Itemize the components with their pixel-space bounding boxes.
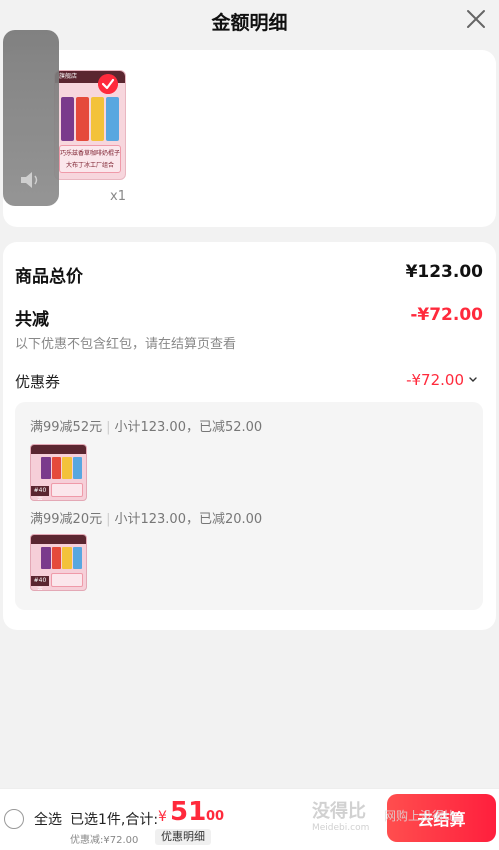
discount-detail-button[interactable]: 优惠明细 (155, 829, 211, 845)
volume-icon[interactable] (19, 170, 43, 190)
watermark: 没得比 Meidebi.com 网购上没得比 (312, 797, 456, 833)
floating-video-overlay[interactable] (3, 30, 59, 206)
product-caption-line2: 大布丁冰工厂组合 (65, 162, 114, 169)
total-reduction-value: -¥72.00 (410, 305, 483, 325)
watermark-line3: 网购上没得比 (384, 809, 457, 823)
total-price-value: ¥123.00 (405, 262, 483, 282)
close-icon[interactable] (465, 8, 487, 30)
checkmark-icon (98, 74, 118, 94)
coupon-label: 优惠券 (15, 373, 61, 391)
total-amount-decimal: .00 (201, 809, 225, 824)
coupon-item-1-tag: #40支 (31, 486, 49, 500)
coupon-item-1-subtotal: 小计123.00，已减52.00 (114, 420, 263, 435)
coupon-item-2-image: #40支 (30, 534, 87, 591)
coupon-item-2-rule: 满99减20元 (30, 512, 103, 527)
select-all-radio[interactable] (4, 809, 24, 829)
coupon-item-1-image: #40支 (30, 444, 87, 501)
coupon-item-2-tag: #40支 (31, 576, 49, 590)
header: 金额明细 (0, 0, 499, 42)
coupon-item-2-subtotal: 小计123.00，已减20.00 (114, 512, 263, 527)
product-image-strip (61, 97, 119, 141)
select-all-label[interactable]: 全选 (34, 809, 62, 829)
total-price-label: 商品总价 (15, 267, 83, 287)
total-reduction-label: 共减 (15, 310, 49, 330)
coupon-item-1-rule: 满99减52元 (30, 420, 103, 435)
watermark-line2: Meidebi.com (312, 823, 370, 833)
selected-count-text: 已选1件,合计: (70, 812, 159, 828)
coupon-item-1-line: 满99减52元 | 小计123.00，已减52.00 (30, 420, 263, 435)
product-caption-line1: 巧乐兹香草咖啡奶棍子 (60, 150, 121, 157)
page-title: 金额明细 (211, 12, 288, 34)
coupon-item-2-line: 满99减20元 | 小计123.00，已减20.00 (30, 512, 263, 527)
coupon-value[interactable]: -¥72.00 (406, 371, 464, 389)
chevron-down-icon[interactable] (467, 373, 479, 385)
coupon-detail-panel: 满99减52元 | 小计123.00，已减52.00 #40支 满99减20元 | 小计… (15, 402, 483, 610)
currency-symbol: ¥ (158, 809, 167, 825)
watermark-line1: 没得比 (312, 801, 366, 822)
product-quantity: x1 (110, 189, 126, 204)
discount-note: 以下优惠不包含红包，请在结算页查看 (15, 337, 237, 352)
product-caption: 巧乐兹香草咖啡奶棍子 大布丁冰工厂组合 (59, 145, 121, 173)
discount-summary: 优惠减:¥72.00 (70, 835, 139, 846)
